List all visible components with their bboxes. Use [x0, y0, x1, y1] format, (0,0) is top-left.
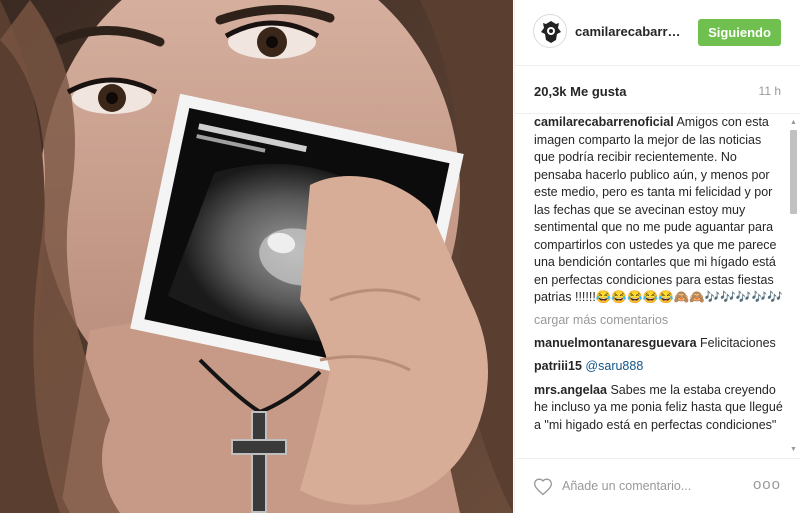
crest-logo-icon — [541, 21, 561, 43]
scroll-up-arrow-icon[interactable]: ▲ — [789, 118, 798, 127]
comment-username[interactable]: manuelmontanaresguevara — [534, 336, 697, 350]
photo-illustration — [0, 0, 513, 513]
post-header: camilarecabarre... Siguiendo — [515, 0, 800, 66]
comments-section[interactable]: camilarecabarrenoficial Amigos con esta … — [515, 114, 800, 456]
comments-list: camilarecabarrenoficial Amigos con esta … — [534, 114, 784, 434]
comment-text: Felicitaciones — [700, 335, 776, 350]
header-username[interactable]: camilarecabarre... — [575, 24, 685, 39]
load-more-comments-link[interactable]: cargar más comentarios — [534, 311, 784, 329]
post-meta: 20,3k Me gusta 11 h — [515, 66, 800, 114]
list-item: manuelmontanaresguevara Felicitaciones — [534, 335, 784, 353]
list-item: patriii15 @saru888 — [534, 358, 784, 376]
comment-mention[interactable]: @saru888 — [585, 359, 643, 373]
comments-scrollbar[interactable]: ▲ ▼ — [789, 118, 798, 454]
avatar[interactable] — [533, 14, 567, 48]
scrollbar-thumb[interactable] — [790, 130, 797, 214]
likes-count[interactable]: 20,3k Me gusta — [534, 84, 627, 99]
following-button[interactable]: Siguiendo — [698, 19, 781, 46]
post-details-panel: camilarecabarre... Siguiendo 20,3k Me gu… — [514, 0, 800, 513]
post-caption: camilarecabarrenoficial Amigos con esta … — [534, 114, 784, 307]
post-timestamp[interactable]: 11 h — [759, 84, 781, 98]
scroll-down-arrow-icon[interactable]: ▼ — [789, 445, 798, 454]
more-options-icon[interactable]: ooo — [753, 476, 781, 493]
list-item: mrs.angelaa Sabes me la estaba creyendo … — [534, 382, 784, 435]
caption-emojis: 😂😂😂😂😂🙈🙈🎶🎶🎶🎶🎶 — [595, 290, 783, 304]
heart-outline-icon[interactable] — [533, 477, 553, 497]
comment-username[interactable]: mrs.angelaa — [534, 383, 607, 397]
caption-username[interactable]: camilarecabarrenoficial — [534, 115, 674, 129]
caption-text: Amigos con esta imagen comparto la mejor… — [534, 115, 777, 304]
comment-input[interactable] — [562, 475, 742, 497]
comment-username[interactable]: patriii15 — [534, 359, 582, 373]
comment-bar: ooo — [515, 458, 800, 513]
post-photo[interactable] — [0, 0, 513, 513]
